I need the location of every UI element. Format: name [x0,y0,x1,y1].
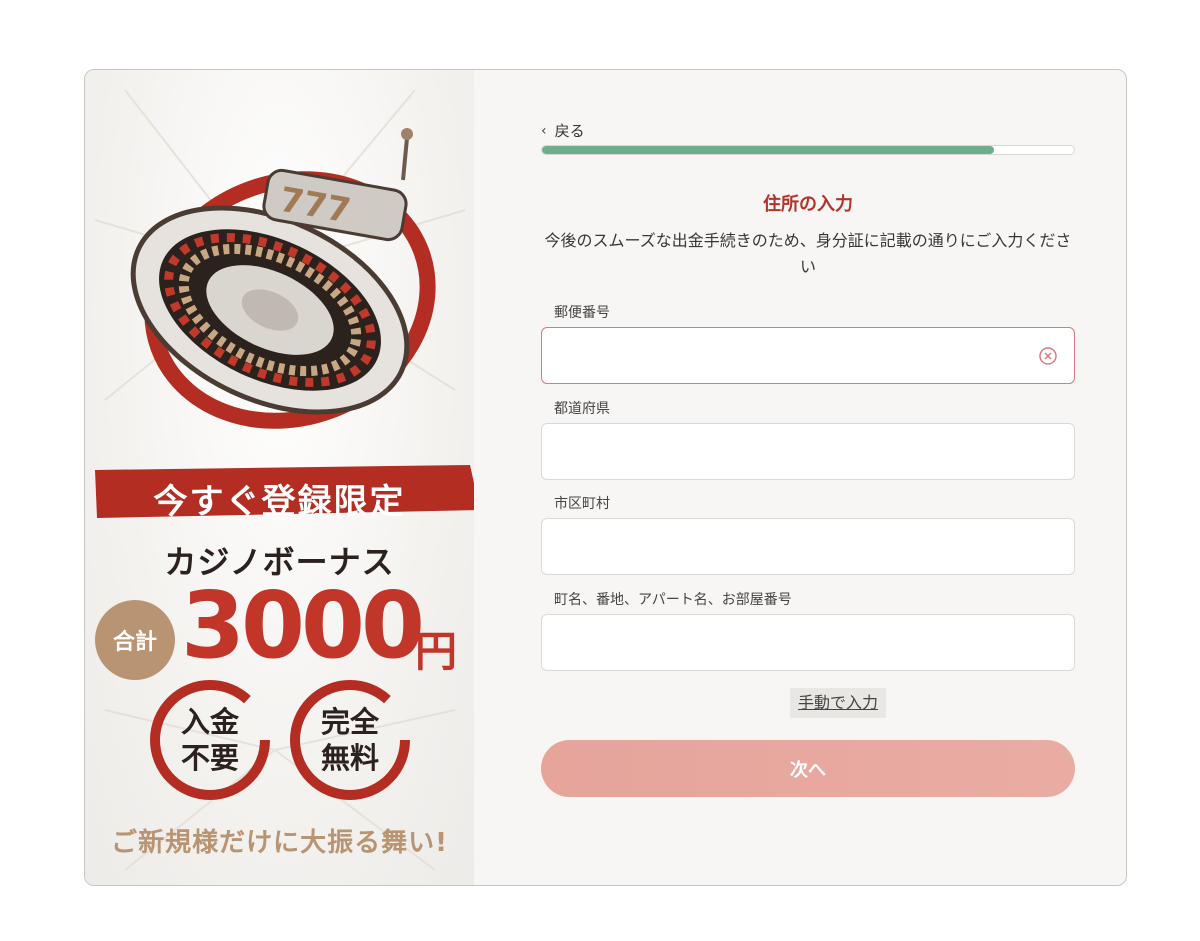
no-deposit-line2: 不要 [180,741,239,775]
postal-code-label: 郵便番号 [554,305,610,321]
progress-fill [542,146,995,154]
no-deposit-badge: 入金 不要 [160,704,260,776]
promo-tagline: ご新規様だけに大振る舞い! [111,828,448,858]
back-button[interactable]: ‹ 戻る [541,120,585,141]
city-input[interactable] [542,519,1074,574]
manual-entry-link[interactable]: 手動で入力 [789,688,887,718]
next-button[interactable]: 次へ [541,740,1075,797]
promo-panel: 777 今すぐ登録限定 カジノボーナス 合計 3000 円 入金 不要 完全 無… [85,70,474,885]
progress-bar [541,145,1075,155]
bonus-amount-unit: 円 [415,627,458,676]
address-form: ‹ 戻る 住所の入力 今後のスムーズな出金手続きのため、身分証に記載の通りにご入… [474,70,1126,885]
city-label: 市区町村 [554,496,610,512]
total-badge: 合計 [95,600,175,680]
prefecture-label: 都道府県 [554,401,610,417]
free-badge: 完全 無料 [300,704,400,776]
prefecture-field [541,423,1075,480]
street-label: 町名、番地、アパート名、お部屋番号 [554,592,792,608]
form-title: 住所の入力 [763,194,853,215]
city-field [541,518,1075,575]
bonus-amount: 3000 [181,572,425,679]
postal-code-input[interactable] [542,328,1074,383]
postal-code-field [541,327,1075,384]
prefecture-input[interactable] [542,424,1074,479]
form-description: 今後のスムーズな出金手続きのため、身分証に記載の通りにご入力ください [544,231,1072,276]
no-deposit-line1: 入金 [180,705,239,739]
free-line2: 無料 [320,741,379,775]
back-label: 戻る [554,122,585,140]
registration-modal: 777 今すぐ登録限定 カジノボーナス 合計 3000 円 入金 不要 完全 無… [84,69,1127,886]
chevron-left-icon: ‹ [541,122,547,139]
clear-icon[interactable] [1038,346,1058,366]
street-input[interactable] [542,615,1074,670]
street-field [541,614,1075,671]
promo-banner: 今すぐ登録限定 [153,482,406,522]
free-line1: 完全 [320,705,379,739]
